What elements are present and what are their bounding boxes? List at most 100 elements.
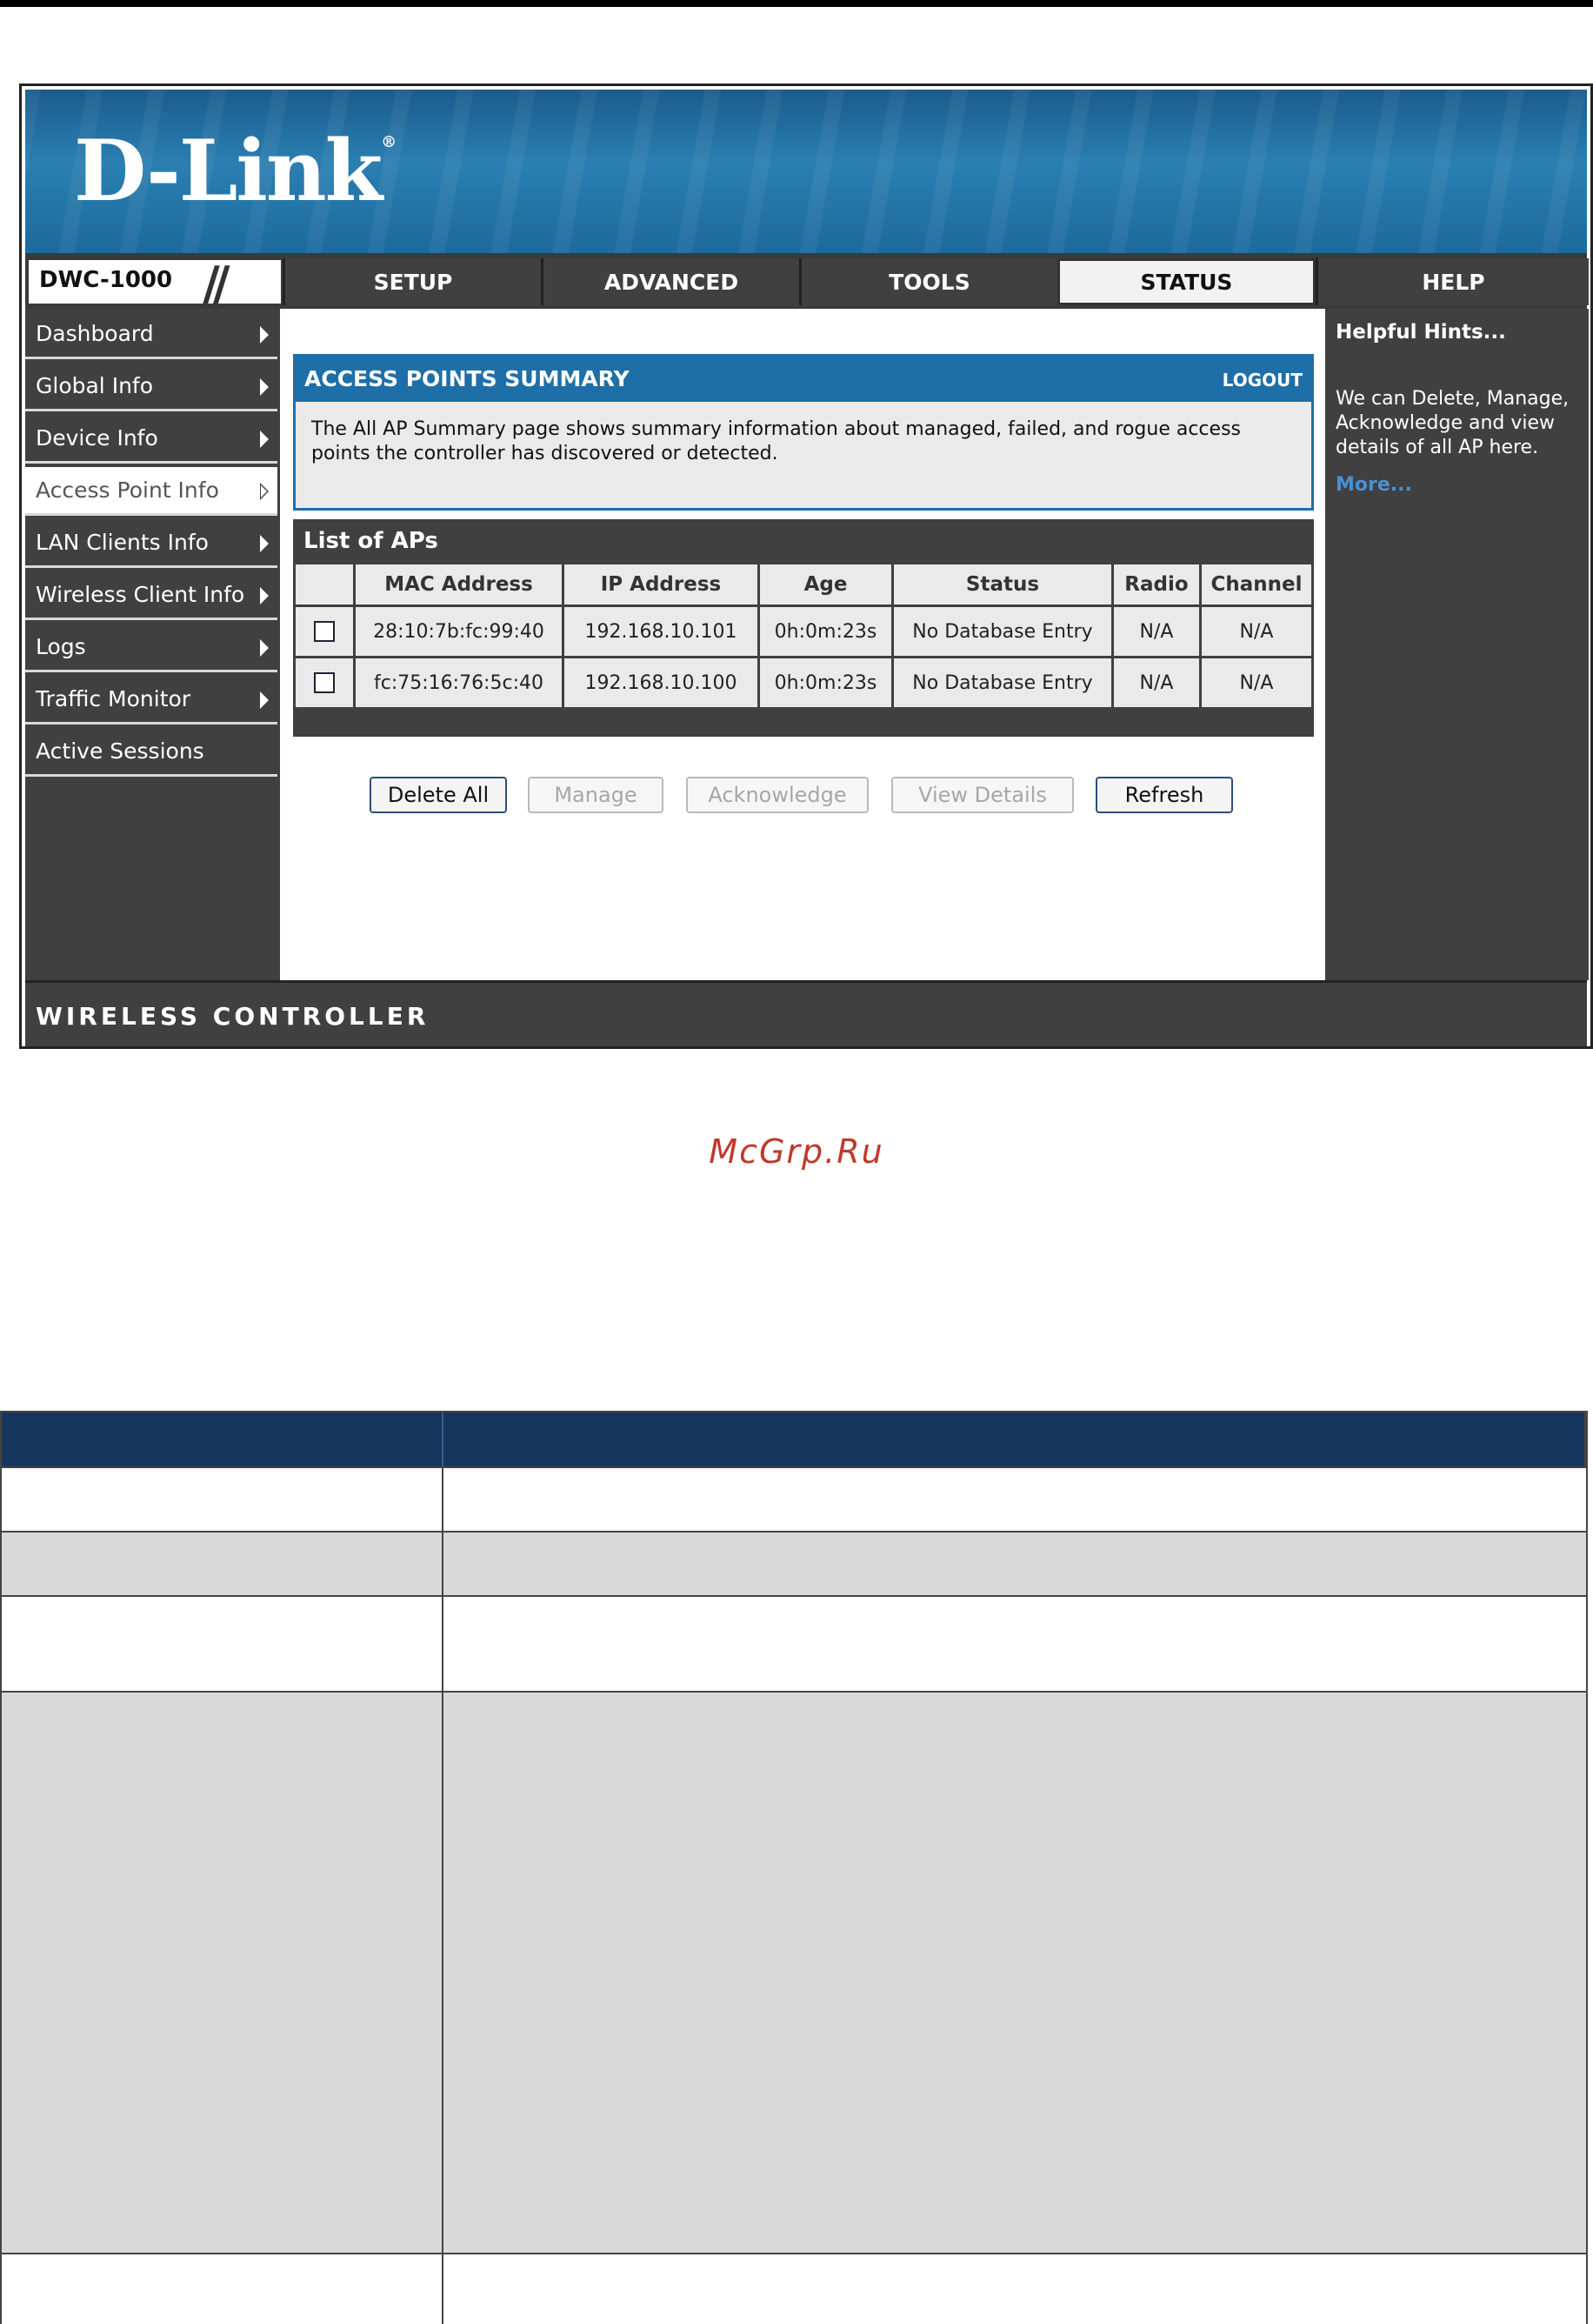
table-row: [0, 1693, 1588, 2254]
help-text: We can Delete, Manage, Acknowledge and v…: [1336, 388, 1570, 458]
column-header-select: [296, 564, 353, 604]
table-row-select: [296, 658, 353, 707]
ap-list-panel: List of APs MAC Address IP Address Age S…: [293, 519, 1314, 737]
sidebar-item-label: Active Sessions: [36, 738, 204, 764]
model-badge: DWC-1000 //: [29, 260, 281, 304]
slash-decoration: //: [203, 257, 230, 311]
table-row: [0, 1597, 1588, 1693]
table-cell-ip: 192.168.10.100: [564, 658, 757, 707]
sidebar-item-device-info[interactable]: Device Info: [25, 415, 277, 464]
column-header-radio: Radio: [1114, 564, 1199, 604]
table-cell: [2, 1468, 443, 1531]
chevron-right-icon: [260, 639, 269, 657]
column-header-channel: Channel: [1202, 564, 1311, 604]
sidebar-item-label: Logs: [36, 634, 86, 659]
table-cell: [2, 1533, 443, 1595]
table-cell: [443, 1693, 1588, 2253]
table-cell: [2, 2254, 443, 2324]
column-header-status: Status: [894, 564, 1111, 604]
table-cell: [443, 1597, 1588, 1691]
sidebar-item-global-info[interactable]: Global Info: [25, 363, 277, 411]
table-cell-radio: N/A: [1114, 658, 1199, 707]
manage-button[interactable]: Manage: [528, 777, 663, 813]
ap-list-title: List of APs: [303, 528, 438, 554]
tab-setup[interactable]: SETUP: [283, 258, 541, 305]
table-cell-status: No Database Entry: [894, 607, 1111, 656]
screenshot-frame: D-Link® DWC-1000 // SETUP ADVANCED TOOLS…: [19, 83, 1593, 1049]
sidebar-item-label: Global Info: [36, 373, 154, 398]
chevron-right-icon: [260, 378, 269, 396]
table-cell-mac: fc:75:16:76:5c:40: [356, 658, 562, 707]
table-cell-status: No Database Entry: [894, 658, 1111, 707]
table-header-cell: [2, 1412, 443, 1466]
dlink-logo: D-Link®: [74, 122, 397, 220]
table-cell: [2, 1693, 443, 2253]
tab-status[interactable]: STATUS: [1057, 258, 1316, 305]
sidebar-item-traffic-monitor[interactable]: Traffic Monitor: [25, 676, 277, 725]
sidebar-item-label: Traffic Monitor: [36, 686, 191, 711]
page-title: ACCESS POINTS SUMMARY: [304, 366, 630, 391]
sidebar-item-label: Access Point Info: [36, 477, 219, 503]
column-header-ip: IP Address: [564, 564, 757, 604]
table-row: [0, 1533, 1588, 1597]
row-checkbox[interactable]: [314, 621, 335, 642]
chevron-right-outline-icon: [260, 483, 269, 500]
help-more-link[interactable]: More...: [1336, 474, 1412, 496]
tab-help[interactable]: HELP: [1316, 258, 1589, 305]
summary-panel: ACCESS POINTS SUMMARY LOGOUT The All AP …: [293, 354, 1314, 511]
sidebar-item-active-sessions[interactable]: Active Sessions: [25, 728, 277, 777]
sidebar-item-label: Device Info: [36, 425, 158, 451]
chevron-right-icon: [260, 431, 269, 448]
table-cell-ip: 192.168.10.101: [564, 607, 757, 656]
refresh-button[interactable]: Refresh: [1096, 777, 1233, 813]
sidebar-item-logs[interactable]: Logs: [25, 624, 277, 672]
table-header-row: [0, 1411, 1588, 1468]
tab-tools[interactable]: TOOLS: [799, 258, 1057, 305]
sidebar-item-label: LAN Clients Info: [36, 530, 209, 555]
chevron-right-icon: [260, 326, 269, 344]
table-cell: [443, 1533, 1588, 1595]
sidebar-item-wireless-client-info[interactable]: Wireless Client Info: [25, 571, 277, 620]
footer-text: WIRELESS CONTROLLER: [36, 1002, 430, 1031]
sidebar-item-label: Wireless Client Info: [36, 582, 245, 607]
acknowledge-button[interactable]: Acknowledge: [686, 777, 869, 813]
summary-description: The All AP Summary page shows summary in…: [311, 418, 1241, 464]
table-row: [0, 2254, 1588, 2324]
chevron-right-icon: [260, 691, 269, 709]
table-cell-channel: N/A: [1202, 607, 1311, 656]
table-cell-radio: N/A: [1114, 607, 1199, 656]
column-header-mac: MAC Address: [356, 564, 562, 604]
chevron-right-icon: [260, 535, 269, 552]
table-cell: [443, 1468, 1588, 1531]
sidebar: Dashboard Global Info Device Info Access…: [25, 309, 280, 980]
model-name: DWC-1000: [39, 267, 173, 293]
help-panel: Helpful Hints... We can Delete, Manage, …: [1325, 309, 1589, 980]
column-header-age: Age: [760, 564, 891, 604]
sidebar-item-lan-clients-info[interactable]: LAN Clients Info: [25, 519, 277, 568]
main-content: ACCESS POINTS SUMMARY LOGOUT The All AP …: [283, 309, 1325, 980]
top-navbar: DWC-1000 // SETUP ADVANCED TOOLS STATUS …: [25, 253, 1589, 309]
chevron-right-icon: [260, 587, 269, 604]
row-checkbox[interactable]: [314, 672, 335, 693]
table-cell-mac: 28:10:7b:fc:99:40: [356, 607, 562, 656]
table-cell: [443, 2254, 1588, 2324]
help-title: Helpful Hints...: [1336, 321, 1506, 344]
sidebar-item-access-point-info[interactable]: Access Point Info: [25, 467, 277, 516]
tab-advanced[interactable]: ADVANCED: [541, 258, 799, 305]
sidebar-item-label: Dashboard: [36, 321, 154, 346]
summary-header: ACCESS POINTS SUMMARY LOGOUT: [296, 357, 1311, 402]
view-details-button[interactable]: View Details: [891, 777, 1074, 813]
watermark-text: McGrp.Ru: [709, 1132, 884, 1171]
top-rule: [0, 0, 1593, 7]
table-cell: [2, 1597, 443, 1691]
table-cell-age: 0h:0m:23s: [760, 658, 891, 707]
delete-all-button[interactable]: Delete All: [370, 777, 507, 813]
table-row: [0, 1468, 1588, 1533]
sidebar-item-dashboard[interactable]: Dashboard: [25, 311, 277, 359]
logout-link[interactable]: LOGOUT: [1223, 370, 1303, 391]
table-cell-channel: N/A: [1202, 658, 1311, 707]
table-header-cell: [443, 1412, 1586, 1466]
table-cell-age: 0h:0m:23s: [760, 607, 891, 656]
footer-bar: WIRELESS CONTROLLER: [25, 980, 1587, 1046]
table-row-select: [296, 607, 353, 656]
